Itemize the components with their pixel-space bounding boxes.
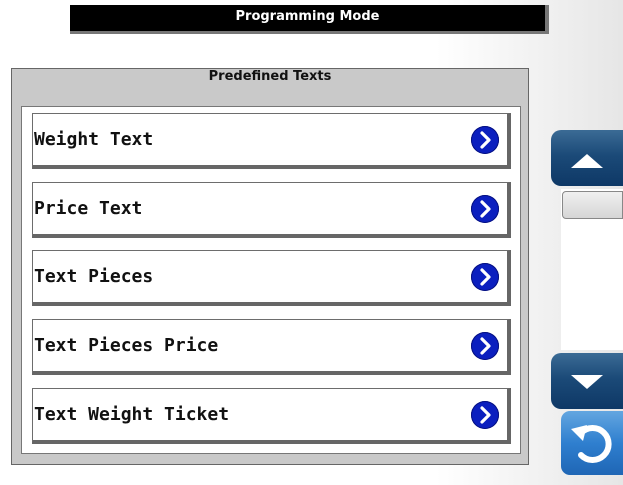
list-item-weight-text[interactable]: Weight Text bbox=[32, 113, 511, 169]
chevron-right-icon bbox=[471, 332, 499, 360]
arrow-down-icon bbox=[571, 375, 603, 389]
scroll-up-button[interactable] bbox=[551, 130, 623, 186]
chevron-right-icon bbox=[471, 401, 499, 429]
list-item-text-pieces-price[interactable]: Text Pieces Price bbox=[32, 319, 511, 375]
predefined-texts-panel: Predefined Texts Weight Text Price Text … bbox=[11, 68, 529, 465]
page-title-text: Programming Mode bbox=[235, 9, 380, 24]
list-item-label: Text Weight Ticket bbox=[34, 404, 230, 425]
list-item-text-pieces[interactable]: Text Pieces bbox=[32, 250, 511, 306]
back-arrow-icon bbox=[571, 425, 612, 463]
list-item-label: Price Text bbox=[34, 198, 143, 219]
panel-title: Predefined Texts bbox=[208, 69, 332, 84]
back-button[interactable] bbox=[561, 411, 623, 475]
scrollbar-thumb[interactable] bbox=[562, 191, 623, 219]
list-item-label: Weight Text bbox=[34, 129, 154, 150]
page-title: Programming Mode bbox=[70, 5, 549, 34]
chevron-right-icon bbox=[471, 195, 499, 223]
list-item-price-text[interactable]: Price Text bbox=[32, 182, 511, 238]
list-item-label: Text Pieces bbox=[34, 266, 154, 287]
chevron-right-icon bbox=[471, 263, 499, 291]
list-item-text-weight-ticket[interactable]: Text Weight Ticket bbox=[32, 388, 511, 444]
scroll-down-button[interactable] bbox=[551, 353, 623, 409]
list-item-label: Text Pieces Price bbox=[34, 335, 219, 356]
chevron-right-icon bbox=[471, 126, 499, 154]
panel-list: Weight Text Price Text Text Pieces Text … bbox=[21, 106, 521, 454]
arrow-up-icon bbox=[571, 154, 603, 168]
